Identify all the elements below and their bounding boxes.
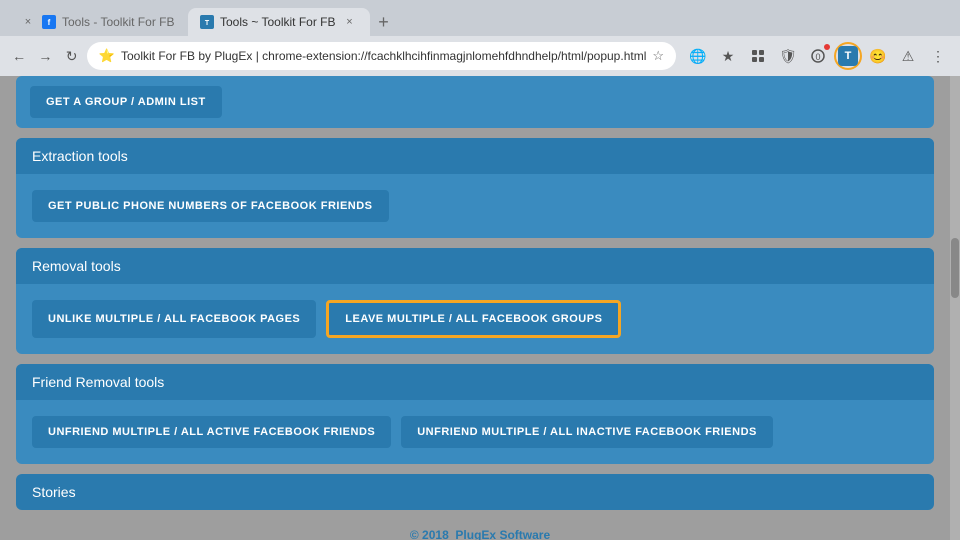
- removal-tools-header: Removal tools: [16, 248, 934, 284]
- address-text: Toolkit For FB by PlugEx | chrome-extens…: [121, 49, 646, 63]
- reload-button[interactable]: ↻: [61, 42, 83, 70]
- toolkit-icon[interactable]: T: [834, 42, 862, 70]
- new-tab-button[interactable]: +: [370, 8, 398, 36]
- footer-suffix: Software: [496, 528, 550, 540]
- get-phone-numbers-button[interactable]: GET PUBLIC PHONE NUMBERS OF FACEBOOK FRI…: [32, 190, 389, 222]
- footer-text: © 2018: [410, 528, 456, 540]
- unfriend-inactive-button[interactable]: UNFRIEND MULTIPLE / ALL INACTIVE FACEBOO…: [401, 416, 773, 448]
- extraction-tools-header: Extraction tools: [16, 138, 934, 174]
- stories-section: Stories: [16, 474, 934, 510]
- removal-tools-section: Removal tools UNLIKE MULTIPLE / ALL FACE…: [16, 248, 934, 354]
- scrollbar-thumb[interactable]: [951, 238, 959, 298]
- tab-1-close-icon[interactable]: ×: [20, 14, 36, 30]
- footer-brand: PlugEx: [455, 528, 496, 540]
- svg-text:T: T: [205, 20, 210, 27]
- tab-bar: × f Tools - Toolkit For FB T Tools ~ Too…: [0, 0, 960, 36]
- bookmark-star-icon[interactable]: ★: [714, 42, 742, 70]
- tab-1-title: Tools - Toolkit For FB: [62, 15, 176, 29]
- tab-2-close-icon[interactable]: ×: [342, 14, 358, 30]
- tab-1[interactable]: × f Tools - Toolkit For FB: [8, 8, 188, 36]
- tab-2-title: Tools ~ Toolkit For FB: [220, 15, 336, 29]
- page-content: GET A GROUP / ADMIN LIST Extraction tool…: [0, 76, 960, 540]
- warning-icon[interactable]: ⚠: [894, 42, 922, 70]
- stories-header: Stories: [16, 474, 934, 510]
- unlike-pages-button[interactable]: UNLIKE MULTIPLE / ALL FACEBOOK PAGES: [32, 300, 316, 338]
- friend-removal-tools-section: Friend Removal tools UNFRIEND MULTIPLE /…: [16, 364, 934, 464]
- leave-groups-button[interactable]: LEAVE MULTIPLE / ALL FACEBOOK GROUPS: [326, 300, 621, 338]
- forward-button[interactable]: →: [34, 42, 56, 70]
- translate-icon[interactable]: 🌐: [684, 42, 712, 70]
- main-content: GET A GROUP / ADMIN LIST Extraction tool…: [0, 76, 950, 520]
- extension-icon-with-badge[interactable]: 0: [804, 42, 832, 70]
- shield-icon[interactable]: 🛡: [774, 42, 802, 70]
- profile-icon[interactable]: 😊: [864, 42, 892, 70]
- menu-icon[interactable]: ⋮: [924, 42, 952, 70]
- browser-frame: × f Tools - Toolkit For FB T Tools ~ Too…: [0, 0, 960, 540]
- extension-puzzle-icon[interactable]: [744, 42, 772, 70]
- address-bar: ← → ↻ ⭐ Toolkit For FB by PlugEx | chrom…: [0, 36, 960, 76]
- friend-removal-tools-header: Friend Removal tools: [16, 364, 934, 400]
- bookmark-icon[interactable]: ☆: [652, 48, 664, 64]
- scrollbar[interactable]: [950, 76, 960, 540]
- removal-tools-body: UNLIKE MULTIPLE / ALL FACEBOOK PAGES LEA…: [16, 284, 934, 354]
- tab-2-favicon: T: [200, 15, 214, 29]
- svg-text:0: 0: [816, 52, 821, 62]
- friend-removal-tools-body: UNFRIEND MULTIPLE / ALL ACTIVE FACEBOOK …: [16, 400, 934, 464]
- tab-1-favicon: f: [42, 15, 56, 29]
- toolbar-icons: 🌐 ★ 🛡 0 T 😊 ⚠ ⋮: [684, 42, 952, 70]
- get-group-admin-button[interactable]: GET A GROUP / ADMIN LIST: [30, 86, 222, 118]
- footer: © 2018 PlugEx Software: [0, 520, 960, 540]
- extraction-tools-section: Extraction tools GET PUBLIC PHONE NUMBER…: [16, 138, 934, 238]
- top-partial-section: GET A GROUP / ADMIN LIST: [16, 76, 934, 128]
- extraction-tools-body: GET PUBLIC PHONE NUMBERS OF FACEBOOK FRI…: [16, 174, 934, 238]
- back-button[interactable]: ←: [8, 42, 30, 70]
- address-input[interactable]: ⭐ Toolkit For FB by PlugEx | chrome-exte…: [87, 42, 676, 70]
- unfriend-active-button[interactable]: UNFRIEND MULTIPLE / ALL ACTIVE FACEBOOK …: [32, 416, 391, 448]
- tab-2[interactable]: T Tools ~ Toolkit For FB ×: [188, 8, 370, 36]
- home-icon: ⭐: [99, 48, 115, 64]
- svg-text:f: f: [48, 18, 51, 27]
